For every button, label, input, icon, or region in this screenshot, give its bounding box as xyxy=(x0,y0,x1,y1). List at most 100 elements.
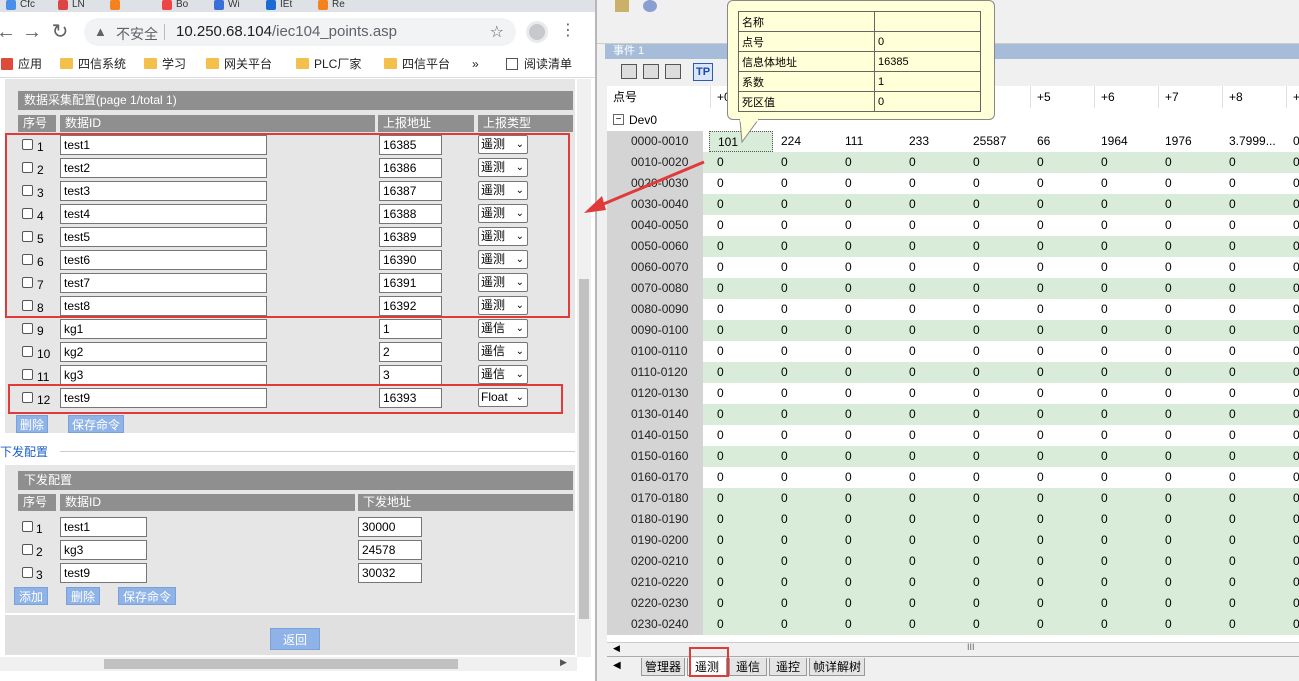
grid-cell[interactable]: 0 xyxy=(709,152,773,173)
url-bar[interactable]: ▲ 不安全 10.250.68.104/iec104_points.asp ☆ xyxy=(84,18,516,46)
grid-cell[interactable]: 0 xyxy=(1029,173,1093,194)
grid-cell[interactable]: 0 xyxy=(1093,236,1157,257)
grid-cell[interactable]: 0 xyxy=(1285,299,1299,320)
grid-cell[interactable]: 0 xyxy=(1221,530,1285,551)
grid-cell[interactable]: 0 xyxy=(837,341,901,362)
grid-cell[interactable]: 0 xyxy=(901,593,965,614)
grid-cell[interactable]: 0 xyxy=(1221,509,1285,530)
grid-cell[interactable]: 0 xyxy=(965,572,1029,593)
issue-row-checkbox[interactable] xyxy=(22,521,33,532)
grid-cell[interactable]: 0 xyxy=(709,593,773,614)
bookmark-item[interactable]: » xyxy=(472,56,479,72)
grid-cell[interactable]: 0 xyxy=(1093,404,1157,425)
grid-cell[interactable]: 0 xyxy=(773,446,837,467)
bottom-tab[interactable]: 帧详解树 xyxy=(809,658,865,676)
toolbar-help-icon[interactable] xyxy=(643,0,657,12)
grid-cell[interactable]: 0 xyxy=(901,383,965,404)
grid-cell[interactable]: 0 xyxy=(1093,320,1157,341)
grid-cell[interactable]: 0 xyxy=(1285,320,1299,341)
grid-cell[interactable]: 0 xyxy=(709,236,773,257)
grid-cell[interactable]: 0 xyxy=(709,194,773,215)
grid-cell[interactable]: 0 xyxy=(773,194,837,215)
grid-cell[interactable]: 0 xyxy=(1029,530,1093,551)
grid-cell[interactable]: 0 xyxy=(1093,488,1157,509)
report-type-select[interactable]: 遥信 ⌄ xyxy=(478,319,528,338)
grid-cell[interactable]: 0 xyxy=(1093,593,1157,614)
grid-cell[interactable]: 0 xyxy=(837,551,901,572)
grid-cell[interactable]: 0 xyxy=(709,215,773,236)
grid-cell[interactable]: 0 xyxy=(1157,425,1221,446)
grid-cell[interactable]: 0 xyxy=(965,467,1029,488)
grid-cell[interactable]: 0 xyxy=(901,341,965,362)
grid-cell[interactable]: 0 xyxy=(901,446,965,467)
report-address-input[interactable]: 1 xyxy=(379,319,442,339)
grid-cell[interactable]: 0 xyxy=(901,551,965,572)
grid-cell[interactable]: 0 xyxy=(1285,425,1299,446)
grid-cell[interactable]: 0 xyxy=(1221,446,1285,467)
scroll-left-arrow-icon[interactable]: ◀ xyxy=(613,643,620,654)
report-type-select[interactable]: 遥信 ⌄ xyxy=(478,365,528,384)
browser-tab[interactable]: Cfc xyxy=(4,0,50,12)
grid-cell[interactable]: 0 xyxy=(965,383,1029,404)
scroll-right-arrow-icon[interactable]: ▶ xyxy=(560,657,567,668)
grid-cell[interactable]: 0 xyxy=(1157,509,1221,530)
grid-cell[interactable]: 0 xyxy=(965,404,1029,425)
grid-cell[interactable]: 0 xyxy=(901,530,965,551)
grid-cell[interactable]: 0 xyxy=(1157,215,1221,236)
grid-cell[interactable]: 0 xyxy=(1221,299,1285,320)
grid-cell[interactable]: 0 xyxy=(773,257,837,278)
grid-cell[interactable]: 0 xyxy=(965,530,1029,551)
issue-data-id-input[interactable]: test1 xyxy=(60,517,147,537)
grid-cell[interactable]: 0 xyxy=(1157,278,1221,299)
grid-cell[interactable]: 0 xyxy=(837,488,901,509)
grid-cell[interactable]: 0 xyxy=(965,614,1029,635)
issue-config-link[interactable]: 下发配置 xyxy=(0,443,48,460)
grid-cell[interactable]: 0 xyxy=(837,152,901,173)
grid-cell[interactable]: 0 xyxy=(1157,194,1221,215)
grid-cell[interactable]: 0 xyxy=(773,551,837,572)
grid-cell[interactable]: 0 xyxy=(1157,593,1221,614)
grid-cell[interactable]: 0 xyxy=(1029,551,1093,572)
bookmark-item[interactable]: 应用 xyxy=(0,56,42,72)
grid-cell[interactable]: 0 xyxy=(1221,425,1285,446)
grid-cell[interactable]: 0 xyxy=(1029,320,1093,341)
issue-data-id-input[interactable]: kg3 xyxy=(60,540,147,560)
grid-cell[interactable]: 0 xyxy=(1285,131,1299,152)
issue-data-id-input[interactable]: test9 xyxy=(60,563,147,583)
grid-cell[interactable]: 0 xyxy=(1093,341,1157,362)
grid-cell[interactable]: 0 xyxy=(1029,152,1093,173)
grid-cell[interactable]: 0 xyxy=(1285,278,1299,299)
tab-scroll-left-icon[interactable]: ◀ xyxy=(613,660,621,671)
grid-cell[interactable]: 0 xyxy=(837,572,901,593)
grid-cell[interactable]: 0 xyxy=(773,404,837,425)
grid-cell[interactable]: 0 xyxy=(1221,257,1285,278)
grid-cell[interactable]: 0 xyxy=(1157,383,1221,404)
grid-cell[interactable]: 0 xyxy=(1285,488,1299,509)
grid-cell[interactable]: 0 xyxy=(773,614,837,635)
grid-cell[interactable]: 0 xyxy=(709,278,773,299)
grid-cell[interactable]: 0 xyxy=(1221,173,1285,194)
collect-delete-button[interactable]: 删除 xyxy=(16,415,48,433)
grid-cell[interactable]: 0 xyxy=(1093,572,1157,593)
grid-cell[interactable]: 0 xyxy=(773,341,837,362)
grid-cell[interactable]: 0 xyxy=(837,362,901,383)
grid-cell[interactable]: 0 xyxy=(1221,236,1285,257)
grid-cell[interactable]: 0 xyxy=(1157,236,1221,257)
grid-cell[interactable]: 0 xyxy=(1285,341,1299,362)
grid-cell[interactable]: 0 xyxy=(901,215,965,236)
bookmark-star-icon[interactable]: ☆ xyxy=(490,22,504,42)
back-page-button[interactable]: 返回 xyxy=(270,628,320,650)
grid-cell[interactable]: 0 xyxy=(1285,257,1299,278)
bookmark-item[interactable]: 四信系统 xyxy=(60,56,126,72)
grid-cell[interactable]: 0 xyxy=(1029,446,1093,467)
grid-cell[interactable]: 0 xyxy=(1093,383,1157,404)
grid-cell[interactable]: 0 xyxy=(837,383,901,404)
browser-tab[interactable]: LN xyxy=(56,0,102,12)
grid-cell[interactable]: 0 xyxy=(965,362,1029,383)
row-checkbox[interactable] xyxy=(22,323,33,334)
grid-cell[interactable]: 0 xyxy=(1093,509,1157,530)
grid-cell[interactable]: 0 xyxy=(773,173,837,194)
grid-cell[interactable]: 0 xyxy=(1285,152,1299,173)
grid-cell[interactable]: 0 xyxy=(901,425,965,446)
grid-cell[interactable]: 0 xyxy=(1157,446,1221,467)
